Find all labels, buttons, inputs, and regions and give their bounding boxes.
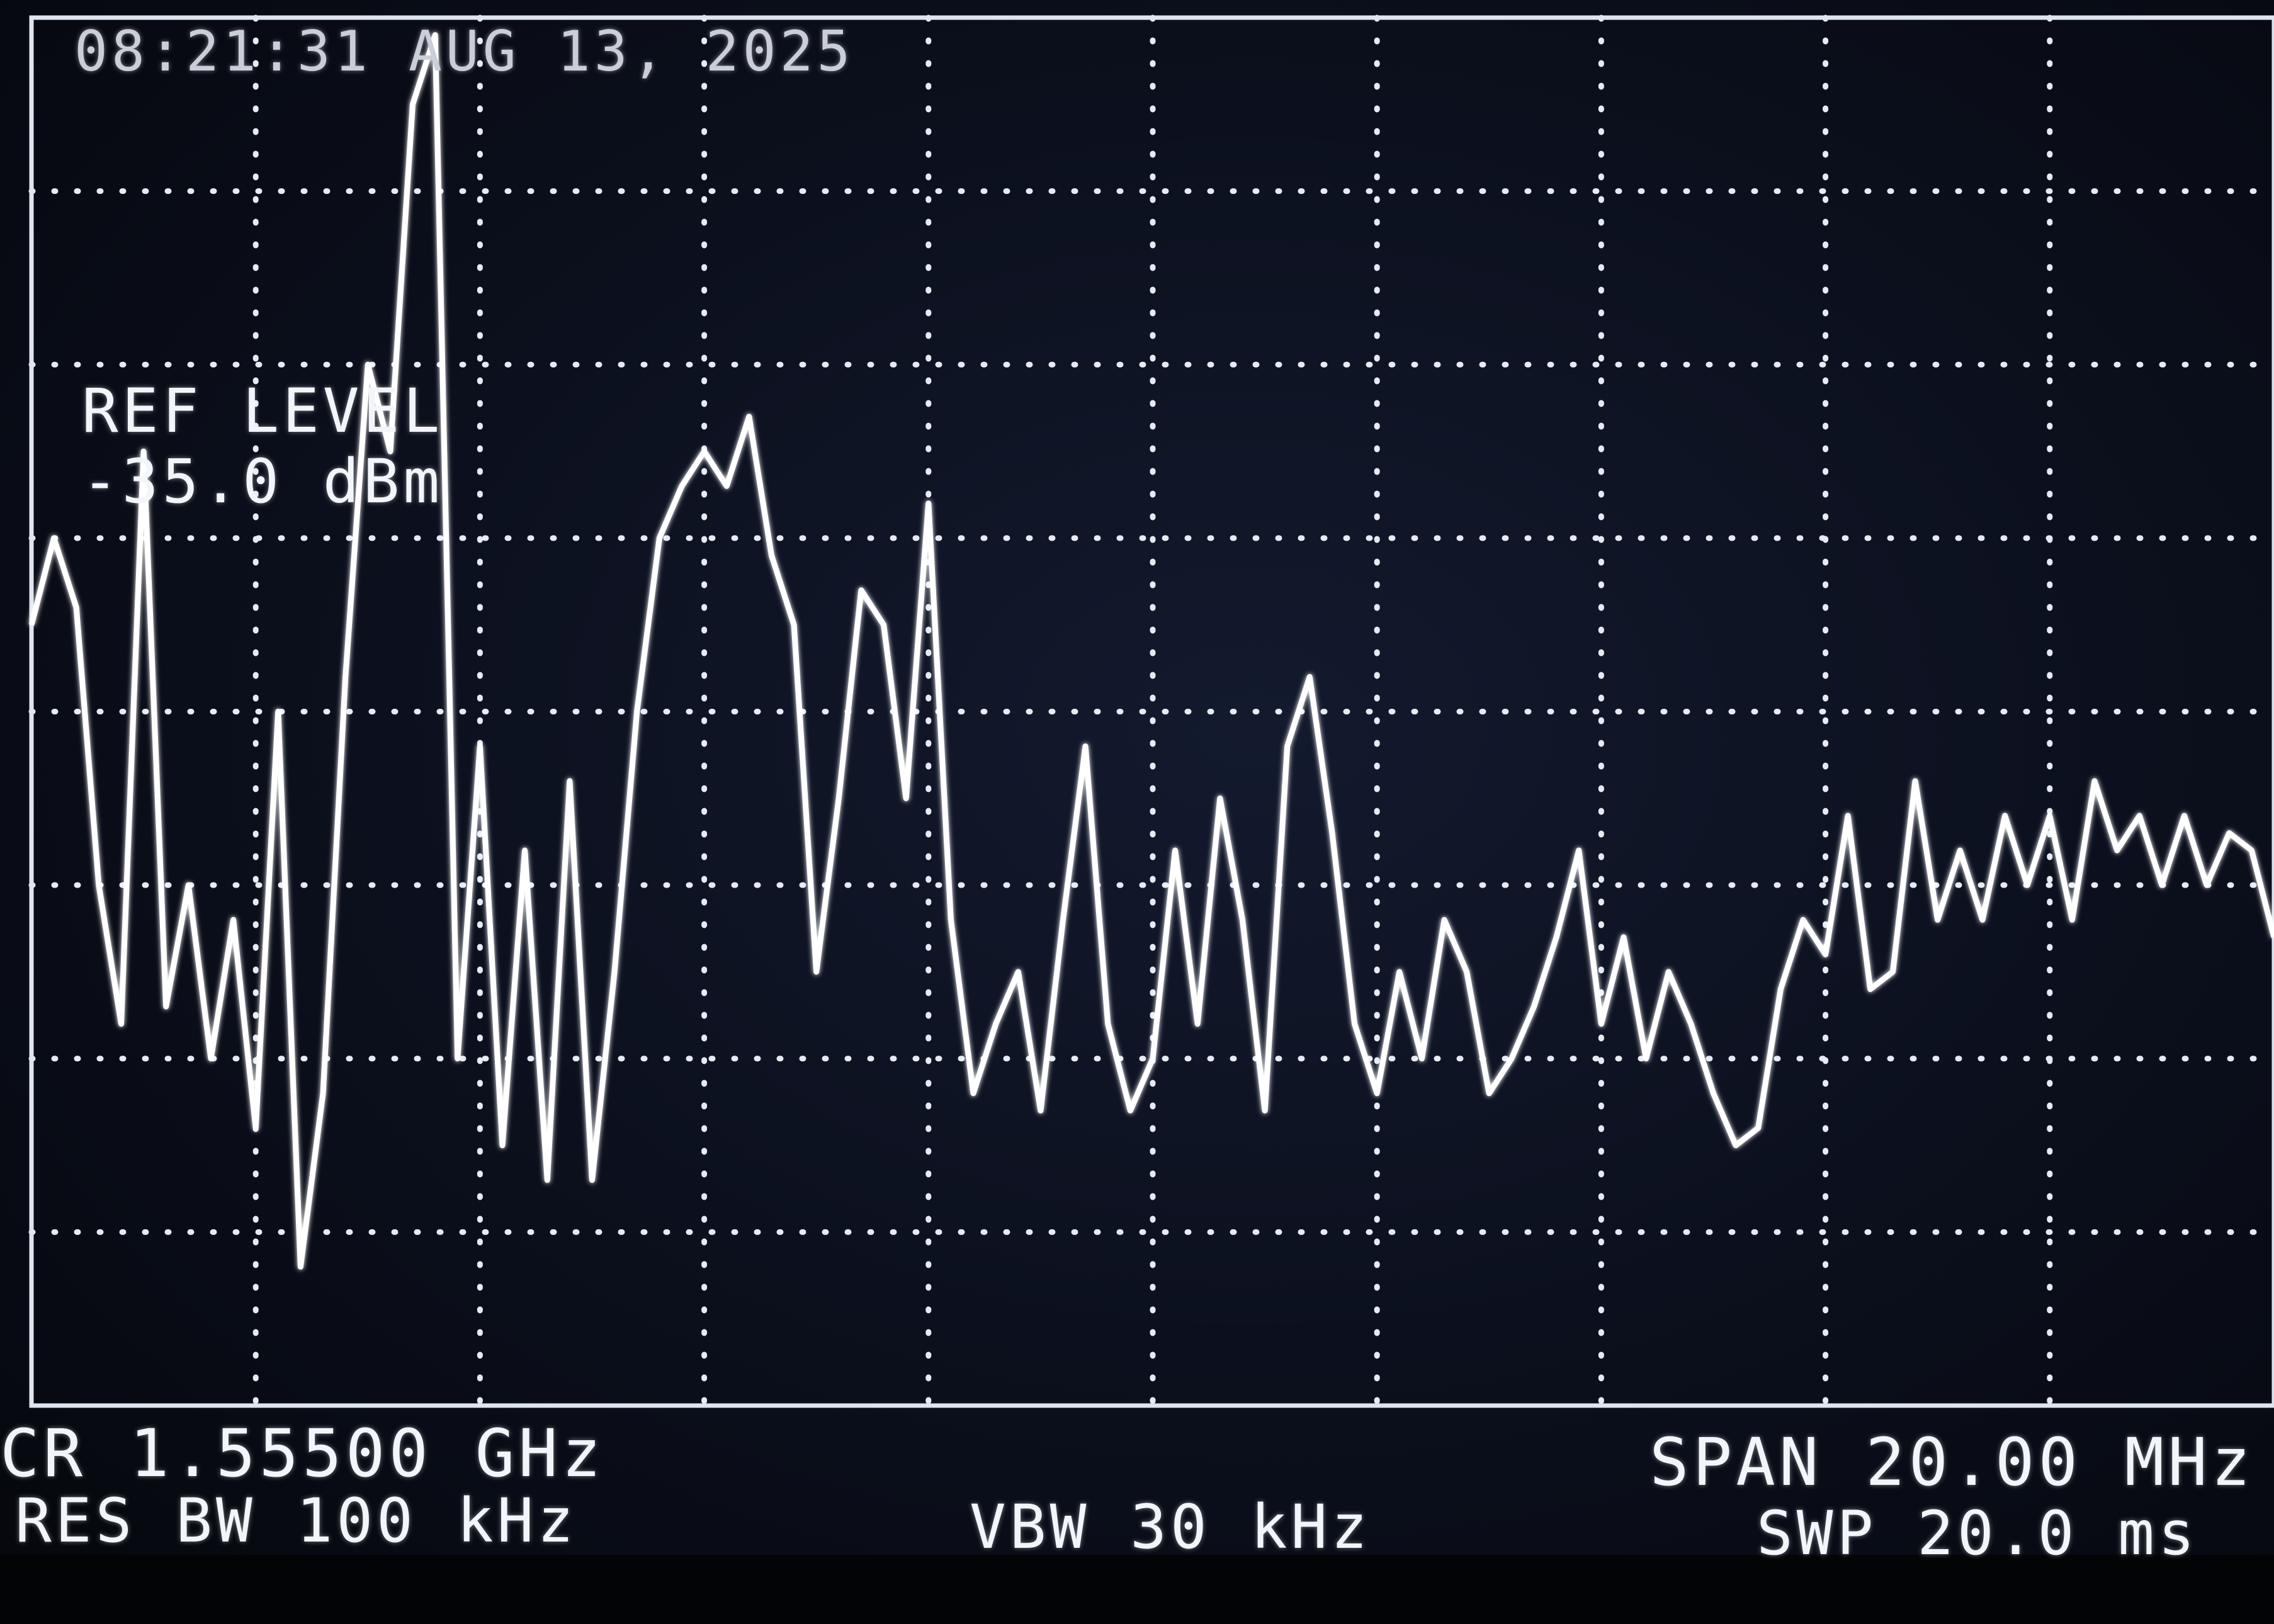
sweep-time: SWP 20.0 ms bbox=[1756, 1498, 2198, 1569]
analyzer-screen: 08:21:31 AUG 13, 2025 REF LEVEL -35.0 dB… bbox=[0, 0, 2274, 1624]
resolution-bandwidth: RES BW 100 kHz bbox=[15, 1486, 578, 1556]
center-frequency: CR 1.55500 GHz bbox=[0, 1415, 605, 1492]
ref-level-label: REF LEVEL bbox=[82, 376, 444, 446]
ref-level-value: -35.0 dBm bbox=[82, 446, 444, 517]
spectrum-plot bbox=[28, 14, 2274, 1409]
video-bandwidth: VBW 30 kHz bbox=[970, 1492, 1371, 1562]
timestamp: 08:21:31 AUG 13, 2025 bbox=[74, 19, 854, 84]
span: SPAN 20.00 MHz bbox=[1649, 1424, 2254, 1501]
graticule bbox=[28, 14, 2274, 1409]
